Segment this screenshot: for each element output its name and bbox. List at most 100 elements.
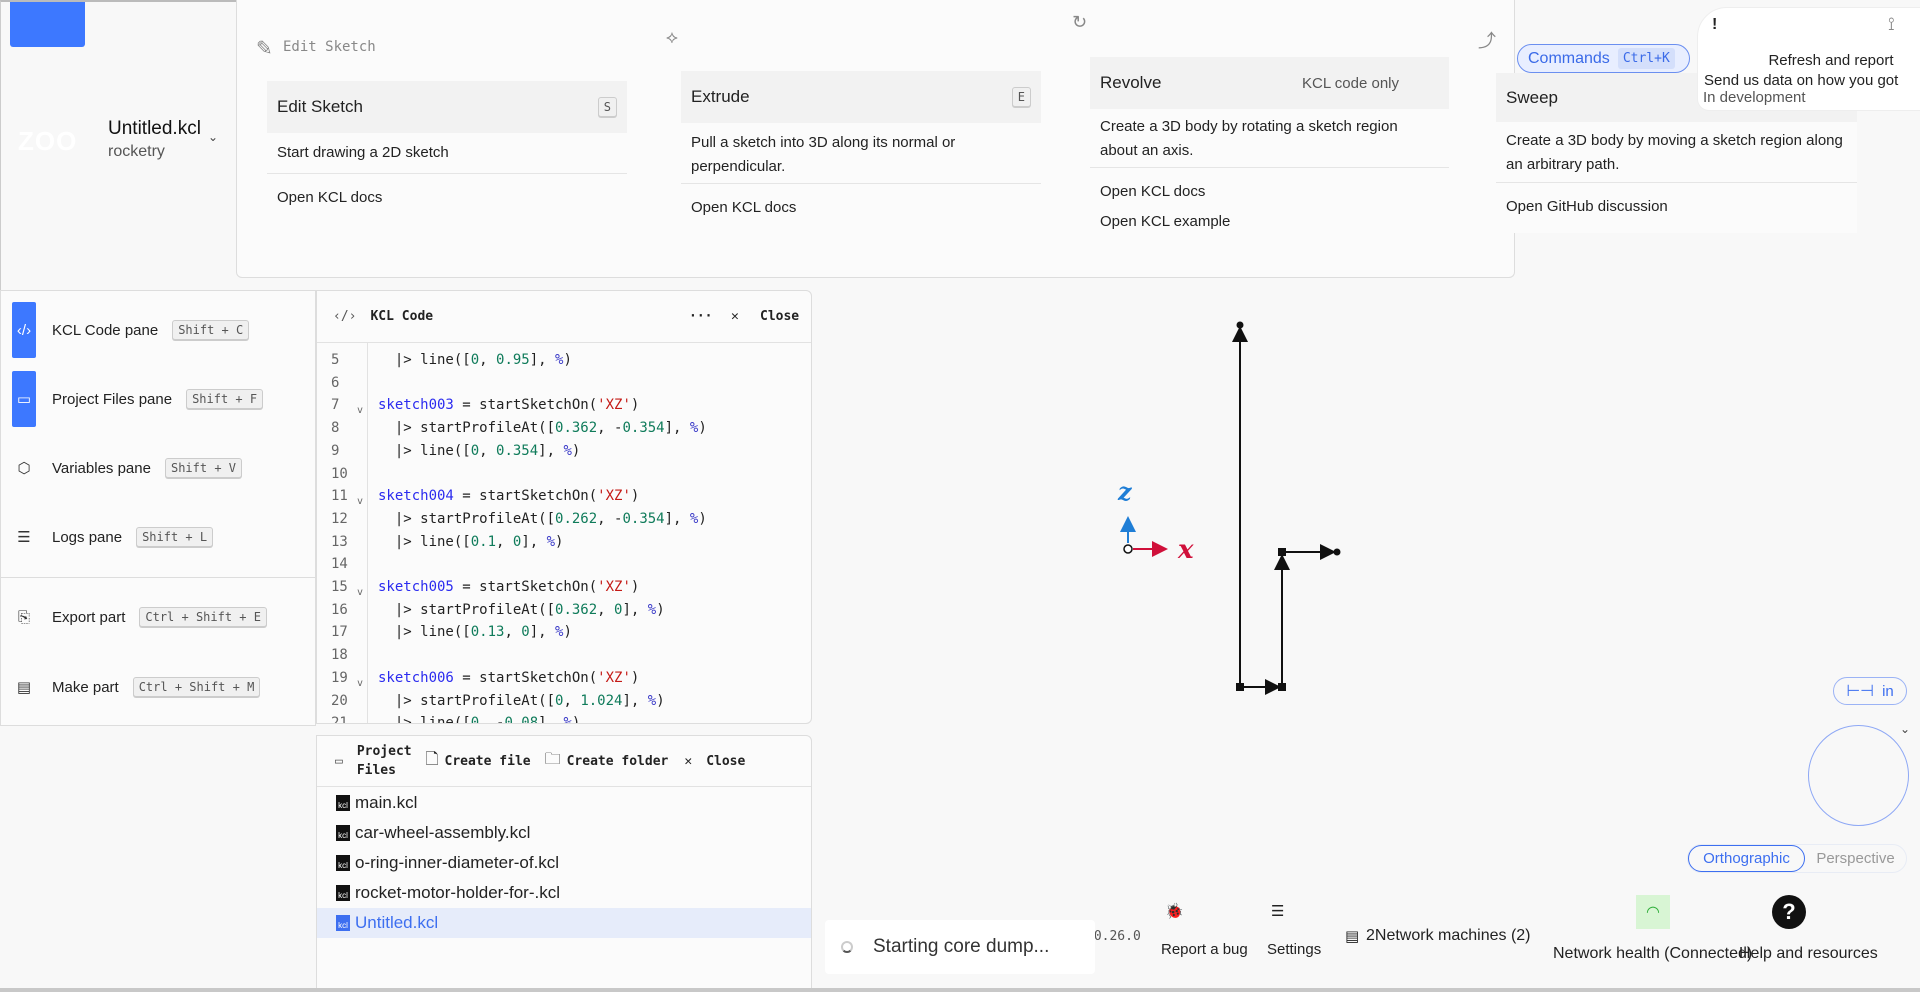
code-token: ], xyxy=(529,352,556,368)
commands-button[interactable]: Commands Ctrl+K xyxy=(1517,44,1690,73)
shortcut-badge: Shift + L xyxy=(136,527,214,547)
open-kcl-example-link[interactable]: Open KCL example xyxy=(1100,213,1230,230)
sketch-viewport[interactable]: z x xyxy=(1080,300,1380,720)
line-number: 20 xyxy=(331,692,348,709)
code-line[interactable]: 5 |> line([0, 0.95], %) xyxy=(317,349,811,372)
create-folder-button[interactable]: Create folder xyxy=(567,754,669,769)
close-button[interactable]: Close xyxy=(706,754,745,769)
perspective-button[interactable]: Perspective xyxy=(1805,845,1906,872)
code-line[interactable]: 11 v sketch004 = startSketchOn('XZ') xyxy=(317,485,811,508)
code-token: ], xyxy=(664,420,690,437)
chevron-down-icon[interactable]: ⌄ xyxy=(208,130,218,144)
settings-button[interactable]: Settings xyxy=(1267,941,1321,958)
code-token: |> startProfileAt([ xyxy=(378,510,556,527)
status-label: KCL code only xyxy=(1302,74,1400,92)
code-token: , xyxy=(597,601,615,618)
sketch-vertex[interactable] xyxy=(1278,548,1286,556)
zoo-logo: ZOO xyxy=(18,126,78,156)
code-line[interactable]: 16 |> startProfileAt([0.362, 0], %) xyxy=(317,599,811,622)
pane-menu-item-logs-pane[interactable]: ☰ Logs pane Shift + L xyxy=(0,509,316,565)
shortcut-badge: Shift + V xyxy=(164,458,242,478)
close-icon[interactable]: ✕ xyxy=(684,754,692,769)
pane-menu-item-variables-pane[interactable]: ⬡ Variables pane Shift + V xyxy=(0,440,316,496)
kcl-code-pane: ‹/› KCL Code ··· ✕ Close 5 |> line([0, 0… xyxy=(316,290,812,724)
open-kcl-docs-link[interactable]: Open KCL docs xyxy=(277,189,382,206)
code-line[interactable]: 20 |> startProfileAt([0, 1.024], %) xyxy=(317,690,811,713)
refresh-title[interactable]: Refresh and report xyxy=(1706,52,1906,69)
network-machines-button[interactable]: 2Network machines (2) xyxy=(1366,927,1531,945)
pane-menu-item-export-part[interactable]: ⎘ Export part Ctrl + Shift + E xyxy=(0,589,316,645)
code-token: 1.024 xyxy=(580,692,623,709)
close-button[interactable]: Close xyxy=(760,309,799,324)
close-icon[interactable]: ✕ xyxy=(731,309,739,324)
code-token: 'XZ' xyxy=(597,397,631,414)
line-number: 8 xyxy=(331,420,340,437)
code-token: 0.262 xyxy=(555,510,598,527)
folder-plus-icon[interactable]: 🗀 xyxy=(545,748,561,775)
open-kcl-docs-link[interactable]: Open KCL docs xyxy=(691,199,796,216)
pane-menu-item-project-files-pane[interactable]: ▭ Project Files pane Shift + F xyxy=(0,371,316,427)
revolve-icon[interactable]: ↻ xyxy=(1072,12,1087,33)
extrude-icon[interactable]: ⟡ xyxy=(666,27,678,48)
window-bottom-border xyxy=(0,988,1920,992)
sketch-vertex[interactable] xyxy=(1278,683,1286,691)
file-item[interactable]: kcl main.kcl xyxy=(317,788,811,818)
code-line[interactable]: 18 xyxy=(317,644,811,667)
projection-toggle: Orthographic Perspective xyxy=(1687,844,1907,873)
pencil-icon[interactable]: ✎ xyxy=(256,36,273,61)
file-item[interactable]: kcl rocket-motor-holder-for-.kcl xyxy=(317,878,811,908)
open-github-discussion-link[interactable]: Open GitHub discussion xyxy=(1506,198,1668,215)
code-token: 0.1 xyxy=(470,533,497,550)
file-plus-icon[interactable]: 🗋 xyxy=(426,748,439,775)
code-token: |> startProfileAt([ xyxy=(378,692,556,709)
code-token: ) xyxy=(630,669,640,686)
help-resources-button[interactable]: Help and resources xyxy=(1739,945,1878,963)
sketch-endpoint[interactable] xyxy=(1236,321,1244,329)
line-number: 5 xyxy=(331,352,340,368)
network-health-button[interactable]: Network health (Connected) xyxy=(1553,945,1752,963)
units-button[interactable]: ⊢⊣ in xyxy=(1833,677,1907,705)
divider xyxy=(681,183,1041,184)
code-line[interactable]: 8 |> startProfileAt([0.362, -0.354], %) xyxy=(317,417,811,440)
code-line[interactable]: 15 v sketch005 = startSketchOn('XZ') xyxy=(317,576,811,599)
origin-point xyxy=(1123,544,1133,554)
code-text: |> line([0, -0.08], %) xyxy=(378,712,581,723)
report-bug-button[interactable]: Report a bug xyxy=(1161,941,1248,958)
pane-menu-item-make-part[interactable]: ▤ Make part Ctrl + Shift + M xyxy=(0,659,316,715)
code-line[interactable]: 7 v sketch003 = startSketchOn('XZ') xyxy=(317,394,811,417)
code-line[interactable]: 10 xyxy=(317,463,811,486)
code-line[interactable]: 13 |> line([0.1, 0], %) xyxy=(317,531,811,554)
settings-sliders-icon[interactable]: ☰ xyxy=(1271,902,1284,920)
machine-icon[interactable]: ▤ xyxy=(1345,927,1359,945)
code-line[interactable]: 19 v sketch006 = startSketchOn('XZ') xyxy=(317,667,811,690)
view-gizmo[interactable] xyxy=(1808,725,1909,826)
folder-icon: ▭ xyxy=(12,371,36,427)
code-line[interactable]: 9 |> line([0, 0.354], %) xyxy=(317,440,811,463)
bug-icon[interactable]: 🐞 xyxy=(1165,902,1184,920)
edit-sketch-label[interactable]: Edit Sketch xyxy=(283,39,376,55)
alert-mark: ! xyxy=(1712,16,1718,33)
orthographic-button[interactable]: Orthographic xyxy=(1688,845,1805,872)
chevron-down-icon[interactable]: ⌄ xyxy=(1900,722,1910,736)
code-line[interactable]: 17 |> line([0.13, 0], %) xyxy=(317,621,811,644)
tooltip-description: Create a 3D body by rotating a sketch re… xyxy=(1100,118,1398,159)
code-token: , - xyxy=(597,510,623,527)
sketch-endpoint[interactable] xyxy=(1333,548,1341,556)
code-line[interactable]: 6 xyxy=(317,372,811,395)
sketch-vertex[interactable] xyxy=(1236,683,1244,691)
create-file-button[interactable]: Create file xyxy=(445,754,531,769)
sweep-icon[interactable]: ⤴ xyxy=(1478,27,1496,53)
file-name[interactable]: Untitled.kcl xyxy=(108,118,201,140)
code-line[interactable]: 14 xyxy=(317,553,811,576)
code-line[interactable]: 21 |> line([0, -0.08], %) xyxy=(317,712,811,723)
wifi-icon[interactable]: ◠ xyxy=(1636,895,1670,929)
file-item[interactable]: kcl o-ring-inner-diameter-of.kcl xyxy=(317,848,811,878)
code-line[interactable]: 12 |> startProfileAt([0.262, -0.354], %) xyxy=(317,508,811,531)
open-kcl-docs-link[interactable]: Open KCL docs xyxy=(1100,183,1205,200)
file-item[interactable]: kcl car-wheel-assembly.kcl xyxy=(317,818,811,848)
code-token: % xyxy=(563,442,572,459)
help-icon[interactable]: ? xyxy=(1772,895,1806,929)
pane-menu-item-kcl-code-pane[interactable]: ‹/› KCL Code pane Shift + C xyxy=(0,302,316,358)
file-item[interactable]: kcl Untitled.kcl xyxy=(317,908,811,938)
more-options-button[interactable]: ··· xyxy=(689,309,712,324)
